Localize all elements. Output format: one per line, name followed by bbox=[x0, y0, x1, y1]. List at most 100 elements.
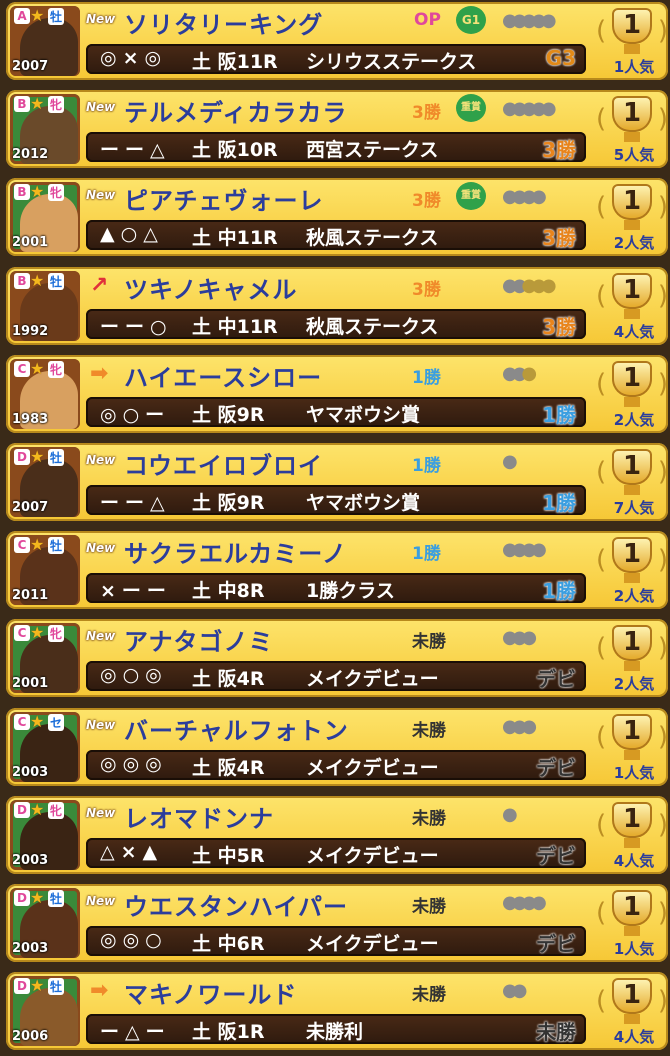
birth-year: 2007 bbox=[12, 500, 49, 515]
horseshoe-icons: ●●●●● bbox=[502, 274, 557, 296]
horse-portrait[interactable]: D ★ 牡 2006 bbox=[10, 976, 80, 1047]
horseshoe-silver-icon: ●●●● bbox=[502, 186, 547, 208]
race-info-bar[interactable]: ◎○◎ 土 阪4R メイクデビュー デビ bbox=[86, 661, 586, 692]
horse-portrait[interactable]: D ★ 牡 2003 bbox=[10, 888, 80, 958]
laurel-right-icon: ) bbox=[657, 368, 668, 399]
sex-badge: 牡 bbox=[48, 537, 65, 555]
laurel-left-icon: ( bbox=[596, 633, 607, 664]
laurel-left-icon: ( bbox=[596, 368, 607, 399]
rank-badge: B bbox=[14, 184, 30, 201]
horse-row[interactable]: B ★ 牝 2001 New ピアチェヴォーレ 3勝 重賞 ●●●● ▲○△ 土 中11R 秋風ステー… bbox=[6, 178, 668, 257]
horse-row[interactable]: C ★ セ 2003 New バーチャルフォトン 未勝 ●●● ◎◎◎ 土 阪4R メイクデビュー デ… bbox=[6, 707, 668, 786]
rank-badge: C bbox=[14, 537, 30, 554]
horseshoe-icons: ●●● bbox=[502, 362, 537, 384]
race-info-bar[interactable]: ー△ー土 阪1R 未勝利 未勝 bbox=[86, 1014, 586, 1045]
race-class: デビ bbox=[536, 755, 576, 780]
race-info-bar[interactable]: ーー△ 土 阪10R 西宮ステークス 3勝 bbox=[86, 132, 586, 163]
race-date-number: 土 阪4R bbox=[192, 756, 265, 779]
rank-badge: B bbox=[14, 96, 30, 113]
trophy-base bbox=[624, 220, 640, 231]
race-info-bar[interactable]: ーー○ 土 中11R 秋風ステークス 3勝 bbox=[86, 308, 586, 339]
race-class: デビ bbox=[536, 843, 576, 868]
horse-portrait[interactable]: C ★ 牝 2001 bbox=[10, 623, 80, 694]
prediction-marks: ーー△ bbox=[100, 492, 171, 514]
horseshoe-silver-icon: ● bbox=[502, 803, 518, 825]
prediction-marks: ーー△ bbox=[100, 139, 171, 162]
horse-row[interactable]: B ★ 牝 2012 New テルメディカラカラ 3勝 重賞 ●●●●● ーー△ 土 阪10R 西宮ス… bbox=[6, 90, 668, 169]
horseshoe-silver-icon: ●● bbox=[502, 362, 528, 384]
placing-number: 1 bbox=[622, 451, 642, 481]
placing-number: 1 bbox=[622, 715, 642, 746]
horse-portrait[interactable]: B ★ 牝 2001 bbox=[10, 182, 80, 253]
race-info-bar[interactable]: ×ーー土 中8R 1勝クラス 1勝 bbox=[86, 573, 586, 604]
sex-badge: 牡 bbox=[48, 272, 65, 290]
star-icon: ★ bbox=[30, 535, 45, 555]
race-info-bar[interactable]: ◎◎◎ 土 阪4R メイクデビュー デビ bbox=[86, 749, 586, 780]
birth-year: 1983 bbox=[12, 411, 49, 427]
rank-badge: D bbox=[14, 978, 30, 995]
trophy-base bbox=[624, 749, 640, 760]
laurel-right-icon: ) bbox=[657, 721, 668, 752]
sex-badge: 牝 bbox=[48, 360, 65, 378]
star-icon: ★ bbox=[30, 447, 45, 466]
trend-arrow-icon: ➡ bbox=[90, 360, 109, 386]
popularity-label: 1人気 bbox=[613, 58, 655, 76]
star-icon: ★ bbox=[30, 799, 45, 819]
race-info-bar[interactable]: ◎◎○ 土 中6R メイクデビュー デビ bbox=[86, 926, 586, 956]
horse-portrait[interactable]: D ★ 牝 2003 bbox=[10, 799, 80, 870]
horse-portrait[interactable]: A ★ 牡 2007 bbox=[10, 6, 80, 76]
new-badge: New bbox=[86, 453, 116, 467]
laurel-left-icon: ( bbox=[596, 104, 607, 135]
race-info-bar[interactable]: △×▲ 土 中5R メイクデビュー デビ bbox=[86, 837, 586, 868]
popularity-label: 2人気 bbox=[613, 587, 655, 606]
star-icon: ★ bbox=[30, 711, 45, 731]
prediction-marks: ◎×◎ bbox=[100, 47, 168, 69]
star-icon: ★ bbox=[30, 6, 45, 25]
horse-row[interactable]: C ★ 牝 1983 ➡ ハイエースシロー 1勝 ●●● ◎○ー土 阪9R ヤマボウシ賞 1勝() 1… bbox=[6, 354, 668, 433]
horse-row[interactable]: D ★ 牝 2003 New レオマドンナ 未勝 ● △×▲ 土 中5R メイクデビュー デビ () 1 4… bbox=[6, 795, 668, 874]
birth-year: 2003 bbox=[12, 941, 49, 956]
horseshoe-silver-icon: ●● bbox=[502, 274, 528, 296]
horseshoe-gold-icon: ● bbox=[521, 362, 537, 384]
horse-row[interactable]: D ★ 牡 2003 New ウエスタンハイパー 未勝 ●●●● ◎◎○ 土 中6R メイクデビュー… bbox=[6, 884, 668, 962]
horse-portrait[interactable]: B ★ 牝 2012 bbox=[10, 94, 80, 165]
placing-number: 1 bbox=[622, 980, 642, 1011]
trophy-icon: () 1 bbox=[596, 8, 668, 56]
horse-row[interactable]: C ★ 牝 2001 New アナタゴノミ 未勝 ●●● ◎○◎ 土 阪4R メイクデビュー デビ ()… bbox=[6, 619, 668, 698]
horse-portrait[interactable]: C ★ 牝 1983 bbox=[10, 358, 80, 429]
laurel-left-icon: ( bbox=[596, 721, 607, 752]
sex-badge: 牝 bbox=[48, 96, 65, 114]
horseshoe-icons: ●●●●● bbox=[502, 98, 556, 119]
sex-badge: 牝 bbox=[48, 184, 65, 202]
horseshoe-silver-icon: ●●● bbox=[502, 715, 537, 737]
race-info-bar[interactable]: ◎×◎ 土 阪11R シリウスステークス G3 bbox=[86, 44, 586, 74]
trend-arrow-icon: ↗ bbox=[90, 272, 109, 298]
laurel-right-icon: ) bbox=[657, 809, 668, 840]
laurel-left-icon: ( bbox=[596, 280, 607, 311]
race-info-bar[interactable]: ◎○ー土 阪9R ヤマボウシ賞 1勝 bbox=[86, 396, 586, 427]
placing-number: 1 bbox=[622, 627, 642, 658]
race-class: デビ bbox=[536, 932, 576, 956]
grade-label: 1勝 bbox=[412, 544, 441, 565]
placing-number: 1 bbox=[622, 539, 642, 570]
star-icon: ★ bbox=[30, 358, 45, 378]
prediction-marks: ◎◎○ bbox=[100, 929, 168, 951]
horse-portrait[interactable]: C ★ 牡 2011 bbox=[10, 535, 80, 606]
laurel-right-icon: ) bbox=[657, 986, 668, 1017]
trophy-base bbox=[624, 1014, 640, 1025]
grade-label: 未勝 bbox=[412, 720, 446, 741]
placing-number: 1 bbox=[622, 803, 642, 834]
new-badge: New bbox=[86, 12, 116, 26]
horse-row[interactable]: A ★ 牡 2007 New ソリタリーキング OP G1 ●●●●● ◎×◎ 土 阪11R シリウス… bbox=[6, 2, 668, 80]
horseshoe-icons: ●●●●● bbox=[502, 10, 556, 31]
horse-row[interactable]: D ★ 牡 2006 ➡ マキノワールド 未勝 ●● ー△ー土 阪1R 未勝利 未勝() 1 4人気 bbox=[6, 972, 668, 1051]
horse-row[interactable]: D ★ 牡 2007 New コウエイロブロイ 1勝 ● ーー△ 土 阪9R ヤマボウシ賞 1勝 () 1… bbox=[6, 443, 668, 521]
horse-portrait[interactable]: C ★ セ 2003 bbox=[10, 711, 80, 782]
race-info-bar[interactable]: ーー△ 土 阪9R ヤマボウシ賞 1勝 bbox=[86, 485, 586, 515]
horse-row[interactable]: B ★ 牡 1992 ↗ ツキノキャメル 3勝 ●●●●● ーー○ 土 中11R 秋風ステークス 3勝… bbox=[6, 266, 668, 345]
horse-row[interactable]: C ★ 牡 2011 New サクラエルカミーノ 1勝 ●●●● ×ーー土 中8R 1勝クラス 1勝… bbox=[6, 531, 668, 610]
horse-portrait[interactable]: D ★ 牡 2007 bbox=[10, 447, 80, 517]
race-info-bar[interactable]: ▲○△ 土 中11R 秋風ステークス 3勝 bbox=[86, 220, 586, 251]
rank-badge: B bbox=[14, 272, 30, 289]
horse-portrait[interactable]: B ★ 牡 1992 bbox=[10, 270, 80, 341]
